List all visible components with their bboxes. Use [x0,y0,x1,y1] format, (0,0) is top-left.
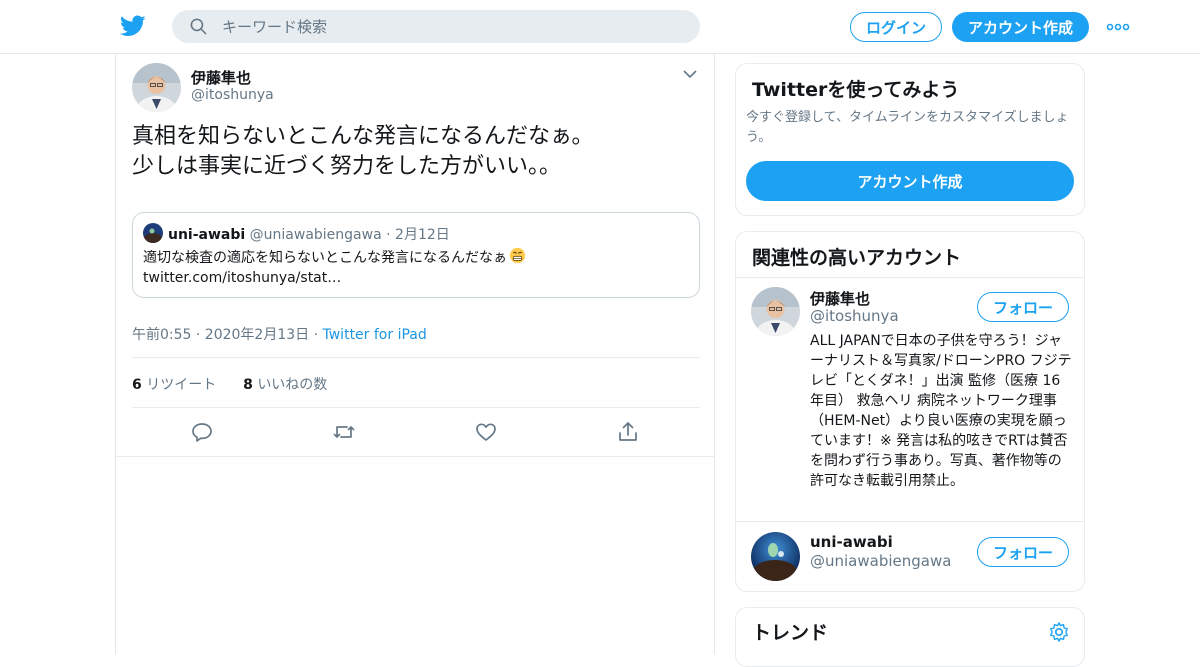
account-handle[interactable]: @itoshunya [810,307,899,325]
more-dots-icon[interactable] [1106,18,1130,36]
like-count[interactable]: 8 [243,377,253,393]
search-input[interactable] [222,10,682,43]
tweet-text-line: 真相を知らないとこんな発言になるんだなぁ。 [132,124,594,149]
divider [132,407,700,408]
related-accounts-card: 関連性の高いアカウント 伊藤隼也 @itoshunya フォロー ALL JAP… [735,231,1085,592]
quoted-tweet[interactable]: uni-awabi @uniawabiengawa · 2月12日 適切な検査の… [132,212,700,298]
account-name[interactable]: 伊藤隼也 [810,288,870,309]
quoted-header: uni-awabi @uniawabiengawa · 2月12日 [168,224,450,244]
follow-button[interactable]: フォロー [977,537,1069,567]
reply-icon[interactable] [190,420,214,444]
quoted-date: 2月12日 [395,227,450,243]
quoted-handle: @uniawabiengawa [249,227,382,243]
account-handle[interactable]: @uniawabiengawa [810,552,951,570]
quoted-text: 適切な検査の適応を知らないとこんな発言になるんだなぁ twitter.com/i… [143,247,688,288]
tweet-column: 伊藤隼也 @itoshunya 真相を知らないとこんな発言になるんだなぁ。 少し… [115,54,715,654]
follow-button[interactable]: フォロー [977,292,1069,322]
login-button[interactable]: ログイン [850,12,942,42]
tweet-source-link[interactable]: Twitter for iPad [323,327,427,343]
share-icon[interactable] [616,420,640,444]
retweet-label[interactable]: リツイート [146,377,216,393]
quoted-separator: · [386,227,391,243]
account-avatar[interactable] [751,287,800,336]
quoted-text-body: 適切な検査の適応を知らないとこんな発言になるんだなぁ [143,250,507,266]
author-name[interactable]: 伊藤隼也 [191,67,251,88]
account-bio: ALL JAPANで日本の子供を守ろう！ジャーナリスト＆写真家/ドローンPRO … [810,333,1072,489]
trends-title: トレンド [752,622,829,644]
top-bar: ログイン アカウント作成 [0,0,1200,54]
grimace-emoji-icon [509,247,526,264]
divider [132,357,700,358]
tweet-meta: 午前0:55 · 2020年2月13日 · Twitter for iPad [132,324,427,344]
retweet-icon[interactable] [332,420,356,444]
twitter-logo-icon[interactable] [120,13,146,39]
divider [736,277,1084,278]
quoted-link[interactable]: twitter.com/itoshunya/stat… [143,268,688,288]
tweet-text-line: 少しは事実に近づく努力をした方がいい。。 [132,154,562,179]
search-icon [190,18,207,35]
author-handle[interactable]: @itoshunya [191,87,274,103]
account-name[interactable]: uni-awabi [810,533,893,551]
tweet-text: 真相を知らないとこんな発言になるんだなぁ。 少しは事実に近づく努力をした方がいい… [132,122,702,182]
tweet-timestamp[interactable]: 午前0:55 · 2020年2月13日 · [132,327,323,343]
trends-card: トレンド [735,607,1085,667]
like-label[interactable]: いいねの数 [257,377,327,393]
retweet-count[interactable]: 6 [132,377,142,393]
tweet-stats: 6 リツイート 8 いいねの数 [132,374,327,394]
signup-card-title: Twitterを使ってみよう [752,79,960,101]
divider [736,521,1084,522]
signup-card: Twitterを使ってみよう 今すぐ登録して、タイムラインをカスタマイズしましょ… [735,63,1085,216]
signup-button[interactable]: アカウント作成 [952,12,1089,42]
account-avatar[interactable] [751,532,800,581]
quoted-name: uni-awabi [168,227,246,243]
gear-icon[interactable] [1048,621,1070,643]
signup-card-description: 今すぐ登録して、タイムラインをカスタマイズしましょう。 [746,110,1069,145]
author-avatar[interactable] [132,63,181,112]
related-accounts-title: 関連性の高いアカウント [752,247,962,269]
quoted-avatar [143,223,163,243]
create-account-button[interactable]: アカウント作成 [746,161,1074,201]
divider [116,456,715,457]
chevron-down-icon[interactable] [682,68,698,80]
like-icon[interactable] [474,420,498,444]
search-box[interactable] [172,10,700,43]
